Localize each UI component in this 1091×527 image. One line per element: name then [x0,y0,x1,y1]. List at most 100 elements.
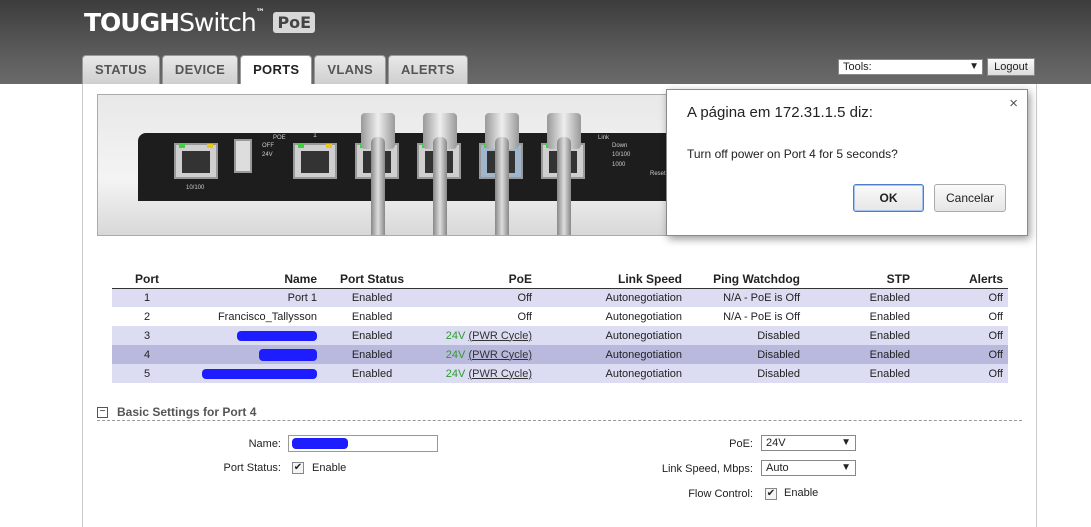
cell-link-speed: Autonegotiation [537,345,687,364]
confirm-dialog: × A página em 172.31.1.5 diz: Turn off p… [666,89,1028,236]
cell-poe: 24V (PWR Cycle) [422,364,537,383]
main-tabs: STATUS DEVICE PORTS VLANS ALERTS [82,55,468,84]
redacted-name [237,330,317,341]
redacted-name [259,348,317,361]
basic-settings-title: Basic Settings for Port 4 [117,405,257,419]
poe-24v-legend: 24V [262,152,273,158]
poe-label: PoE: [729,438,753,450]
cell-stp: Enabled [805,307,915,326]
cell-status: Enabled [322,345,422,364]
poe-voltage: 24V [445,367,466,380]
cell-alerts: Off [915,345,1008,364]
cell-ping-watchdog: N/A - PoE is Off [687,288,805,307]
ethernet-cable-4 [495,137,509,235]
flow-control-checkbox[interactable]: ✔ [765,488,777,500]
table-row-selected[interactable]: 4 Enabled 24V (PWR Cycle) Autonegotiatio… [112,345,1008,364]
dialog-title: A página em 172.31.1.5 diz: [687,104,873,121]
redacted-name-value [292,437,348,449]
link-10-100-legend: 10/100 [612,152,631,158]
table-row[interactable]: 5 Enabled 24V (PWR Cycle) Autonegotiatio… [112,364,1008,383]
col-header-name: Name [182,271,322,289]
cell-status: Enabled [322,364,422,383]
link-down-legend: Down [612,143,628,149]
cell-ping-watchdog: Disabled [687,326,805,345]
tab-status[interactable]: STATUS [82,55,160,84]
cell-alerts: Off [915,288,1008,307]
cell-link-speed: Autonegotiation [537,326,687,345]
redacted-name [202,368,317,379]
logo-poe-badge: PoE [273,12,316,33]
mgmt-port [174,143,218,179]
col-header-port: Port [112,271,182,289]
logout-button[interactable]: Logout [987,58,1035,76]
ok-button[interactable]: OK [853,184,924,212]
col-header-stp: STP [805,271,915,289]
usb-port [234,139,252,173]
cell-port: 5 [112,364,182,383]
reset-button-label: Reset [650,171,666,177]
cell-port: 1 [112,288,182,307]
pwr-cycle-link[interactable]: (PWR Cycle) [468,349,532,361]
tab-device[interactable]: DEVICE [161,55,239,84]
tab-vlans[interactable]: VLANS [314,55,386,84]
cell-stp: Enabled [805,345,915,364]
close-icon[interactable]: × [1009,95,1018,112]
cancel-button[interactable]: Cancelar [934,184,1006,212]
link-speed-select-value: Auto [766,462,789,474]
link-1000-legend: 1000 [612,162,626,168]
cell-name: Port 1 [182,288,322,307]
cell-ping-watchdog: Disabled [687,345,805,364]
cell-poe: 24V (PWR Cycle) [422,326,537,345]
cell-name [182,345,322,364]
logo-bold-text: TOUGH [84,8,180,37]
chevron-down-icon: ▼ [969,61,979,72]
link-speed-select[interactable]: Auto ▼ [761,460,856,476]
ports-table: Port Name Port Status PoE Link Speed Pin… [112,271,1008,383]
cell-ping-watchdog: N/A - PoE is Off [687,307,805,326]
cell-name: Francisco_Tallysson [182,307,322,326]
col-header-ping-watchdog: Ping Watchdog [687,271,805,289]
cell-port: 3 [112,326,182,345]
cell-port: 2 [112,307,182,326]
ethernet-cable-5 [557,137,571,235]
poe-select[interactable]: 24V ▼ [761,435,856,451]
poe-voltage: 24V [445,329,466,342]
name-field[interactable] [288,435,438,452]
flow-control-enable-label: Enable [784,487,819,499]
poe-off-legend: OFF [262,143,274,149]
table-row[interactable]: 2 Francisco_Tallysson Enabled Off Autone… [112,307,1008,326]
mgmt-port-label: 10/100 [186,185,205,191]
port-status-label: Port Status: [223,462,281,474]
switch-chassis: 10/100 POE OFF 24V 1 2 3 4 5 Link Down 1… [138,132,698,201]
logo-tm: ™ [255,8,265,18]
ethernet-cable-2 [371,137,385,235]
ethernet-cable-3 [433,137,447,235]
cell-link-speed: Autonegotiation [537,307,687,326]
cell-status: Enabled [322,288,422,307]
name-label: Name: [248,438,281,450]
tab-ports[interactable]: PORTS [240,55,313,84]
table-row[interactable]: 1 Port 1 Enabled Off Autonegotiation N/A… [112,288,1008,307]
cell-name [182,326,322,345]
tools-select-value: Tools: [843,61,872,73]
col-header-link-speed: Link Speed [537,271,687,289]
tab-alerts[interactable]: ALERTS [387,55,468,84]
col-header-port-status: Port Status [322,271,422,289]
basic-settings-header: − Basic Settings for Port 4 [97,405,1022,421]
dialog-message: Turn off power on Port 4 for 5 seconds? [687,147,898,161]
cell-poe: Off [422,288,537,307]
link-legend-label: Link [598,135,610,141]
tools-select[interactable]: Tools: ▼ [838,59,983,75]
collapse-toggle-icon[interactable]: − [97,407,108,418]
table-header-row: Port Name Port Status PoE Link Speed Pin… [112,271,1008,289]
cell-alerts: Off [915,307,1008,326]
cell-port: 4 [112,345,182,364]
table-row[interactable]: 3 Enabled 24V (PWR Cycle) Autonegotiatio… [112,326,1008,345]
pwr-cycle-link[interactable]: (PWR Cycle) [468,368,532,380]
pwr-cycle-link[interactable]: (PWR Cycle) [468,330,532,342]
switch-port-1 [293,143,337,179]
cell-stp: Enabled [805,364,915,383]
cell-stp: Enabled [805,326,915,345]
port-status-checkbox[interactable]: ✔ [292,462,304,474]
port-status-enable-label: Enable [312,462,347,474]
